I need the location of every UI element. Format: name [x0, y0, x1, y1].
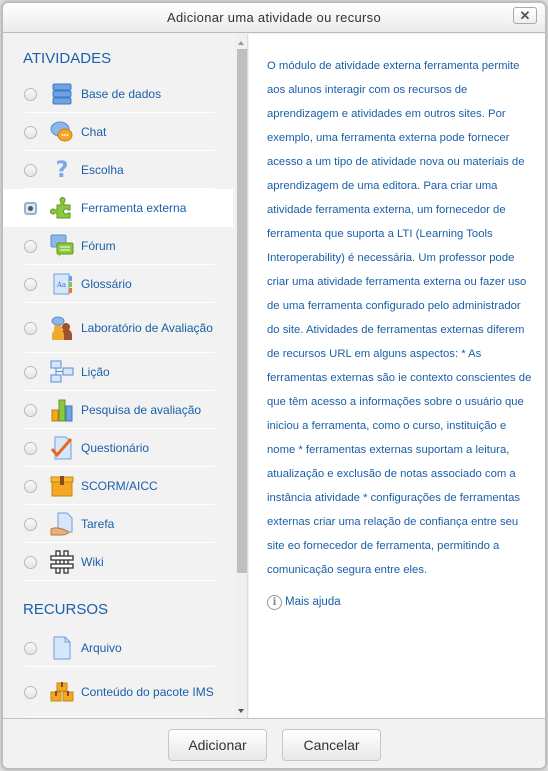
chat-bubbles-icon — [50, 120, 74, 144]
option-label: SCORM/AICC — [81, 479, 158, 493]
option-arquivo[interactable]: Arquivo — [3, 629, 233, 667]
info-icon: i — [267, 594, 282, 610]
option-label: Chat — [81, 125, 107, 139]
svg-text:?: ? — [56, 158, 69, 182]
svg-text:Aa: Aa — [56, 281, 66, 289]
option-chat[interactable]: Chat — [3, 113, 233, 151]
cancel-button[interactable]: Cancelar — [282, 729, 381, 761]
radio-button[interactable] — [24, 642, 37, 655]
dialog-title: Adicionar uma atividade ou recurso — [167, 10, 381, 25]
glossary-book-icon: Aa — [50, 272, 74, 296]
radio-button[interactable] — [24, 322, 37, 335]
assignment-hand-icon — [50, 512, 74, 536]
option-questionario[interactable]: Questionário — [3, 429, 233, 467]
option-label: Pesquisa de avaliação — [81, 403, 202, 417]
radio-button-selected[interactable] — [24, 202, 37, 215]
bar-chart-icon — [50, 398, 74, 422]
option-licao[interactable]: Lição — [3, 353, 233, 391]
radio-button[interactable] — [24, 686, 37, 699]
scroll-down-arrow-icon[interactable] — [235, 705, 247, 718]
radio-button[interactable] — [24, 366, 37, 379]
radio-button[interactable] — [24, 404, 37, 417]
resources-heading: RECURSOS — [23, 601, 109, 618]
radio-button[interactable] — [24, 518, 37, 531]
options-panel: ATIVIDADES Base de dados Chat ? Escolha … — [3, 34, 248, 718]
option-tarefa[interactable]: Tarefa — [3, 505, 233, 543]
option-label: Conteúdo do pacote IMS — [81, 685, 214, 699]
option-pesquisa-de-avaliacao[interactable]: Pesquisa de avaliação — [3, 391, 233, 429]
option-escolha[interactable]: ? Escolha — [3, 151, 233, 189]
ims-boxes-icon — [50, 680, 74, 704]
scorm-package-icon — [50, 474, 74, 498]
option-label: Laboratório de Avaliação — [81, 321, 213, 335]
lesson-flowchart-icon — [50, 360, 74, 384]
radio-button[interactable] — [24, 126, 37, 139]
option-conteudo-do-pacote-ims[interactable]: Conteúdo do pacote IMS — [3, 667, 233, 717]
radio-button[interactable] — [24, 88, 37, 101]
radio-button[interactable] — [24, 556, 37, 569]
option-scorm-aicc[interactable]: SCORM/AICC — [3, 467, 233, 505]
puzzle-piece-icon — [50, 196, 74, 220]
close-button[interactable]: ✕ — [513, 7, 537, 24]
more-help-label[interactable]: Mais ajuda — [285, 596, 341, 608]
database-icon — [50, 82, 74, 106]
radio-button[interactable] — [24, 240, 37, 253]
option-laboratorio-de-avaliacao[interactable]: Laboratório de Avaliação — [3, 303, 233, 353]
more-help-link[interactable]: i Mais ajuda — [267, 592, 533, 612]
add-button[interactable]: Adicionar — [168, 729, 267, 761]
scroll-thumb[interactable] — [237, 49, 247, 573]
option-forum[interactable]: Fórum — [3, 227, 233, 265]
wiki-hash-icon — [50, 550, 74, 574]
option-label: Lição — [81, 365, 110, 379]
radio-button[interactable] — [24, 442, 37, 455]
option-label: Wiki — [81, 555, 104, 569]
option-label: Base de dados — [81, 87, 162, 101]
question-mark-icon: ? — [50, 158, 74, 182]
file-icon — [50, 636, 74, 660]
option-glossario[interactable]: Aa Glossário — [3, 265, 233, 303]
activities-heading: ATIVIDADES — [23, 50, 112, 67]
dialog-footer: Adicionar Cancelar — [3, 718, 545, 768]
options-list: ATIVIDADES Base de dados Chat ? Escolha … — [3, 34, 233, 718]
scroll-up-arrow-icon[interactable] — [235, 36, 247, 49]
options-scrollbar[interactable] — [235, 34, 247, 718]
help-description: O módulo de atividade externa ferramenta… — [267, 60, 532, 576]
forum-bubbles-icon — [50, 234, 74, 258]
radio-button[interactable] — [24, 164, 37, 177]
radio-button[interactable] — [24, 480, 37, 493]
radio-button[interactable] — [24, 278, 37, 291]
close-x-icon: ✕ — [519, 8, 531, 23]
workshop-people-icon — [50, 316, 74, 340]
option-label: Tarefa — [81, 517, 115, 531]
option-label: Fórum — [81, 239, 116, 253]
quiz-checkmark-icon — [50, 436, 74, 460]
option-label: Ferramenta externa — [81, 201, 187, 215]
add-activity-dialog: Adicionar uma atividade ou recurso ✕ ATI… — [2, 2, 546, 769]
option-wiki[interactable]: Wiki — [3, 543, 233, 581]
dialog-header: Adicionar uma atividade ou recurso ✕ — [3, 3, 545, 33]
option-base-de-dados[interactable]: Base de dados — [3, 75, 233, 113]
help-panel: O módulo de atividade externa ferramenta… — [249, 34, 545, 718]
option-label: Glossário — [81, 277, 132, 291]
option-ferramenta-externa[interactable]: Ferramenta externa — [3, 189, 233, 227]
option-label: Questionário — [81, 441, 150, 455]
option-label: Arquivo — [81, 641, 122, 655]
option-label: Escolha — [81, 163, 124, 177]
